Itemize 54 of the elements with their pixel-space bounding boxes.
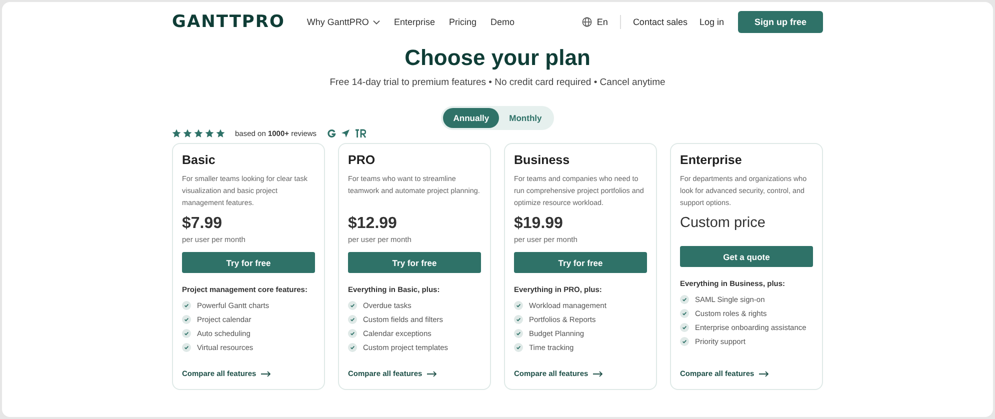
plan-button[interactable]: Try for free (348, 252, 481, 273)
star-icon (172, 128, 181, 138)
plan-name: Enterprise (680, 153, 743, 167)
arrow-right-icon (261, 370, 272, 376)
plan-button[interactable]: Try for free (182, 252, 315, 273)
check-icon (348, 300, 357, 310)
check-icon (514, 314, 523, 324)
star-icon (183, 128, 192, 138)
page-title: Choose your plan (404, 45, 590, 71)
plan-price: $7.99 (182, 215, 224, 233)
nav-link[interactable]: Enterprise (394, 17, 435, 27)
review-site-icon[interactable] (354, 128, 366, 138)
plan-price: $19.99 (514, 215, 564, 233)
sign-up-button[interactable]: Sign up free (738, 11, 823, 33)
billing-option[interactable]: Monthly (499, 108, 552, 128)
language-selector[interactable]: En (596, 17, 608, 27)
check-icon (182, 342, 191, 352)
star-icon (216, 128, 225, 138)
check-icon (514, 300, 523, 310)
check-icon (514, 342, 523, 352)
nav-link[interactable]: Demo (490, 17, 514, 27)
arrow-right-icon (759, 370, 770, 376)
check-icon (680, 336, 689, 346)
check-icon (348, 314, 357, 324)
plan-name: PRO (348, 153, 376, 167)
billing-option[interactable]: Annually (443, 108, 500, 128)
star-icon (194, 128, 203, 138)
plan-price: Custom price (680, 215, 766, 231)
paper-plane-icon[interactable] (340, 128, 350, 138)
header-link[interactable]: Log in (699, 17, 724, 27)
plan-name: Basic (182, 153, 216, 167)
globe-icon (582, 17, 592, 27)
arrow-right-icon (593, 370, 604, 376)
arrow-right-icon (427, 370, 438, 376)
check-icon (182, 314, 191, 324)
nav-link[interactable]: Why GanttPRO (306, 17, 380, 27)
logo[interactable]: GANTTPRO (172, 12, 285, 32)
nav-link[interactable]: Pricing (448, 17, 476, 27)
check-icon (680, 294, 689, 304)
check-icon (182, 328, 191, 338)
check-icon (182, 300, 191, 310)
check-icon (348, 328, 357, 338)
check-icon (680, 322, 689, 332)
plan-price: $12.99 (348, 215, 398, 233)
check-icon (514, 328, 523, 338)
review-site-icon[interactable] (326, 128, 336, 138)
plan-name: Business (514, 153, 571, 167)
subtitle: Free 14-day trial to premium features • No credit card required • Cancel anytime (330, 77, 666, 88)
star-icon (205, 128, 214, 138)
check-icon (348, 342, 357, 352)
plan-button[interactable]: Get a quote (680, 246, 813, 267)
plan-button[interactable]: Try for free (514, 252, 647, 273)
header-link[interactable]: Contact sales (632, 17, 688, 27)
check-icon (680, 308, 689, 318)
